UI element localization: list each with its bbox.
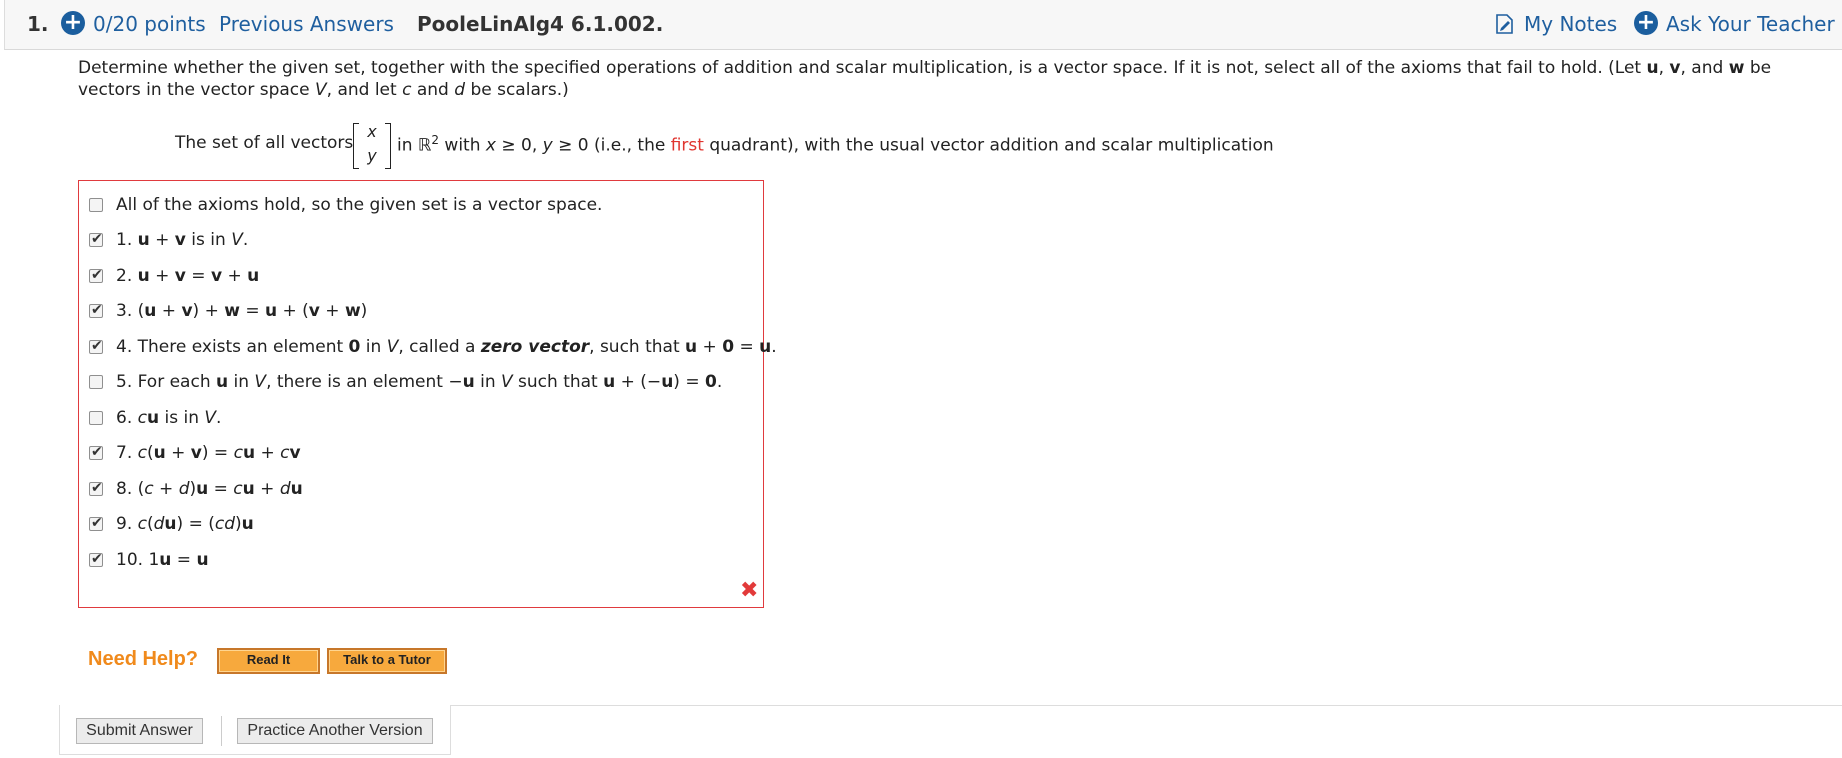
checkbox[interactable]: ✔ bbox=[89, 338, 103, 354]
option-label: 4. There exists an element 0 in V, calle… bbox=[116, 337, 777, 357]
option-label: 8. (c + d)u = cu + du bbox=[116, 479, 303, 499]
checkbox[interactable]: ✔ bbox=[89, 267, 103, 283]
first-highlight: first bbox=[670, 135, 704, 156]
check-icon: ✔ bbox=[91, 302, 103, 318]
check-icon: ✔ bbox=[91, 444, 103, 460]
submit-answer-button[interactable]: Submit Answer bbox=[76, 718, 203, 744]
vector-y: y bbox=[367, 146, 377, 165]
divider bbox=[450, 705, 451, 755]
check-icon: ✔ bbox=[91, 551, 103, 567]
check-icon: ✔ bbox=[91, 267, 103, 283]
question-number: 1. bbox=[27, 12, 49, 36]
option-label: 10. 1u = u bbox=[116, 550, 209, 570]
column-vector: x y bbox=[353, 122, 391, 170]
need-help-label: Need Help? bbox=[88, 648, 199, 670]
plus-circle-icon[interactable]: + bbox=[1634, 11, 1658, 35]
answer-options-box: All of the axioms hold, so the given set… bbox=[78, 180, 777, 608]
option-label: 5. For each u in V, there is an element … bbox=[116, 372, 723, 392]
checkbox[interactable]: ✔ bbox=[89, 480, 103, 496]
ask-your-teacher-link[interactable]: Ask Your Teacher bbox=[1666, 12, 1835, 36]
checkbox[interactable]: ✔ bbox=[89, 444, 103, 460]
set-prefix: The set of all vectors bbox=[175, 133, 354, 153]
checkbox[interactable] bbox=[89, 411, 103, 425]
check-icon: ✔ bbox=[91, 515, 103, 531]
check-icon: ✔ bbox=[91, 231, 103, 247]
assignment-id: PooleLinAlg4 6.1.002. bbox=[417, 12, 664, 36]
notes-icon[interactable] bbox=[1496, 14, 1513, 34]
checkbox[interactable] bbox=[89, 198, 103, 212]
divider bbox=[450, 705, 1842, 706]
option-label: 7. c(u + v) = cu + cv bbox=[116, 443, 301, 463]
question-header: 1. + 0/20 points Previous Answers PooleL… bbox=[4, 0, 1842, 50]
vector-x: x bbox=[367, 122, 377, 141]
points-link[interactable]: 0/20 points bbox=[93, 12, 206, 36]
option-label: 2. u + v = v + u bbox=[116, 266, 260, 286]
previous-answers-link[interactable]: Previous Answers bbox=[219, 12, 394, 36]
option-label: 6. cu is in V. bbox=[116, 408, 222, 428]
plus-circle-icon[interactable]: + bbox=[61, 11, 85, 35]
option-label: 9. c(du) = (cd)u bbox=[116, 514, 254, 534]
practice-another-version-button[interactable]: Practice Another Version bbox=[237, 718, 433, 744]
read-it-button[interactable]: Read It bbox=[217, 648, 320, 674]
question-instructions: Determine whether the given set, togethe… bbox=[78, 58, 1772, 100]
check-icon: ✔ bbox=[91, 480, 103, 496]
checkbox[interactable] bbox=[89, 375, 103, 389]
talk-to-tutor-button[interactable]: Talk to a Tutor bbox=[327, 648, 447, 674]
check-icon: ✔ bbox=[91, 338, 103, 354]
set-condition: in ℝ2 with x ≥ 0, y ≥ 0 (i.e., the first… bbox=[397, 133, 1274, 156]
checkbox[interactable]: ✔ bbox=[89, 302, 103, 318]
option-label: All of the axioms hold, so the given set… bbox=[116, 195, 603, 215]
option-label: 3. (u + v) + w = u + (v + w) bbox=[116, 301, 368, 321]
option-label: 1. u + v is in V. bbox=[116, 230, 249, 250]
divider bbox=[221, 716, 222, 746]
checkbox[interactable]: ✔ bbox=[89, 515, 103, 531]
checkbox[interactable]: ✔ bbox=[89, 551, 103, 567]
checkbox[interactable]: ✔ bbox=[89, 231, 103, 247]
incorrect-x-icon: ✖ bbox=[740, 578, 759, 603]
my-notes-link[interactable]: My Notes bbox=[1524, 12, 1617, 36]
